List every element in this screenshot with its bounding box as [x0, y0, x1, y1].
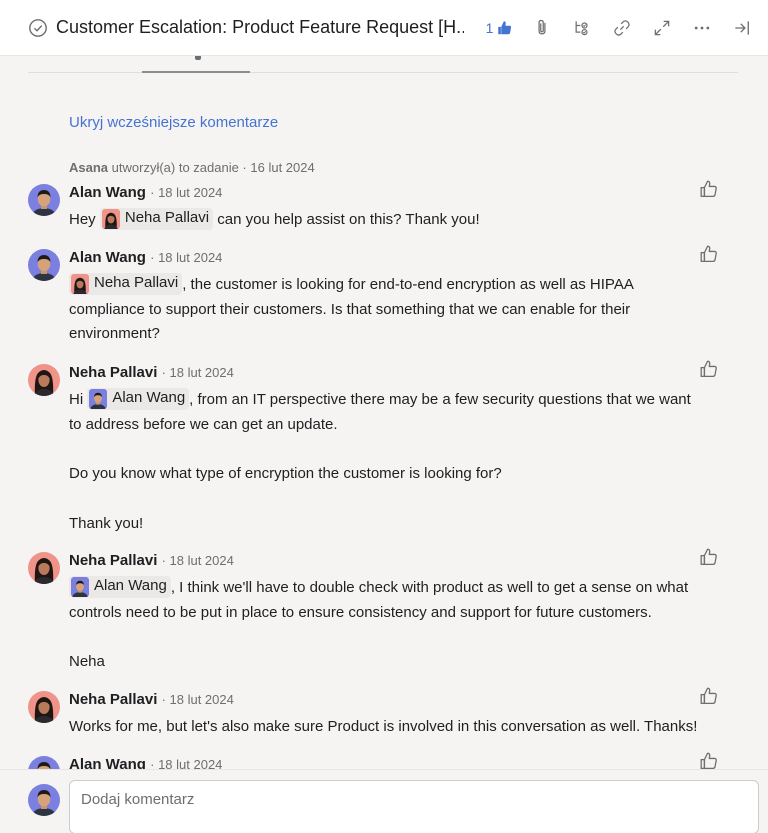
thumbs-up-icon[interactable]	[698, 750, 720, 769]
active-tab-underline	[142, 71, 250, 73]
mention-name: Alan Wang	[112, 389, 186, 407]
copy-link-button[interactable]	[602, 8, 642, 48]
comment-header: Neha Pallavi · 18 lut 2024	[69, 691, 234, 708]
paperclip-icon	[538, 19, 546, 35]
comment-text: controls need to be put in place to ensu…	[69, 603, 652, 621]
task-header: Customer Escalation: Product Feature Req…	[0, 0, 768, 56]
tab-indicator-peek	[195, 56, 201, 60]
expand-icon	[654, 20, 670, 36]
close-details-button[interactable]	[722, 8, 762, 48]
comment-header: Neha Pallavi · 18 lut 2024	[69, 364, 234, 381]
avatar[interactable]	[28, 756, 60, 769]
mention-name: Neha Pallavi	[124, 209, 210, 227]
avatar[interactable]	[28, 364, 60, 396]
comment-author[interactable]: Neha Pallavi	[69, 364, 157, 381]
check-circle-icon[interactable]	[28, 18, 48, 38]
mention-avatar	[102, 209, 120, 229]
comment-text: , the customer is looking for end-to-end…	[182, 276, 634, 293]
avatar[interactable]	[28, 184, 60, 216]
mention-avatar	[71, 577, 89, 597]
comment-date: · 18 lut 2024	[150, 185, 223, 200]
comment-author[interactable]: Alan Wang	[69, 756, 146, 769]
comment-body: Works for me, but let's also make sure P…	[69, 715, 723, 740]
comment-body: Hey Neha Pallavi can you help assist on …	[69, 207, 723, 233]
comment-text: , I think we'll have to double check wit…	[170, 579, 689, 596]
mention-chip[interactable]: Neha Pallavi	[69, 272, 183, 295]
hide-earlier-comments-link[interactable]: Ukryj wcześniejsze komentarze	[69, 114, 278, 131]
comment-header: Alan Wang · 18 lut 2024	[69, 184, 222, 201]
comment-text: compliance to support their customers. I…	[69, 300, 631, 318]
comment-author[interactable]: Alan Wang	[69, 184, 146, 201]
thumbs-up-icon[interactable]	[698, 685, 720, 707]
comment-body: Hi Alan Wang , from an IT perspective th…	[69, 387, 723, 536]
mention-avatar	[89, 389, 107, 409]
tabs-divider	[28, 72, 738, 73]
avatar[interactable]	[28, 249, 60, 281]
avatar[interactable]	[28, 691, 60, 723]
thumbs-up-icon[interactable]	[698, 178, 720, 200]
more-actions-button[interactable]	[682, 8, 722, 48]
subtask-button[interactable]	[562, 8, 602, 48]
task-created-story: Asana utworzył(a) to zadanie · 16 lut 20…	[69, 160, 315, 175]
comment-text: can you help assist on this? Thank you!	[217, 211, 480, 228]
story-actor: Asana	[69, 160, 109, 175]
comment-text: Hi	[69, 391, 84, 408]
comment-text: Neha	[69, 653, 105, 670]
comment-text: , from an IT perspective there may be a …	[189, 391, 691, 408]
like-count: 1	[485, 20, 494, 36]
activity-feed[interactable]: Ukryj wcześniejsze komentarze Asana utwo…	[0, 74, 768, 769]
avatar[interactable]	[28, 552, 60, 584]
comment-date: · 18 lut 2024	[161, 692, 234, 707]
story-text: utworzył(a) to zadanie · 16 lut 2024	[111, 160, 315, 175]
comment-date: · 18 lut 2024	[150, 250, 223, 265]
comment-header: Alan Wang · 18 lut 2024	[69, 756, 222, 769]
attach-button[interactable]	[522, 8, 562, 48]
expand-button[interactable]	[642, 8, 682, 48]
mention-name: Alan Wang	[94, 577, 167, 595]
link-icon	[614, 20, 630, 36]
thumbs-up-icon[interactable]	[698, 243, 720, 265]
mention-name: Neha Pallavi	[94, 274, 179, 292]
close-panel-icon	[735, 21, 749, 35]
mention-chip[interactable]: Alan Wang	[69, 575, 171, 598]
mention-chip[interactable]: Neha Pallavi	[99, 207, 214, 230]
comment-author[interactable]: Neha Pallavi	[69, 691, 157, 708]
comment-date: · 18 lut 2024	[161, 365, 234, 380]
comment-header: Alan Wang · 18 lut 2024	[69, 249, 222, 266]
comment-author[interactable]: Alan Wang	[69, 249, 146, 266]
mention-avatar	[71, 274, 89, 294]
thumbs-up-icon[interactable]	[698, 546, 720, 568]
subtask-icon	[575, 21, 588, 36]
thumbs-up-icon	[498, 21, 512, 35]
mention-chip[interactable]: Alan Wang	[87, 387, 190, 410]
avatar	[28, 784, 60, 816]
add-comment-input[interactable]: Dodaj komentarz	[69, 780, 759, 833]
task-like-button[interactable]: 1	[478, 8, 522, 48]
comment-date: · 18 lut 2024	[161, 553, 234, 568]
comment-text: Works for me, but let's also make sure P…	[69, 718, 698, 735]
comment-text: Thank you!	[69, 514, 144, 532]
comment-text: Hey	[69, 211, 96, 228]
comment-composer: Dodaj komentarz	[0, 769, 768, 833]
comment-text: to address before we can get an update.	[69, 415, 338, 433]
thumbs-up-icon[interactable]	[698, 358, 720, 380]
comment-date: · 18 lut 2024	[150, 757, 223, 769]
more-icon	[694, 26, 710, 30]
comment-text: environment?	[69, 325, 160, 342]
comment-author[interactable]: Neha Pallavi	[69, 552, 157, 569]
comment-header: Neha Pallavi · 18 lut 2024	[69, 552, 234, 569]
task-title[interactable]: Customer Escalation: Product Feature Req…	[56, 17, 464, 38]
comment-body: Neha Pallavi , the customer is looking f…	[69, 272, 723, 347]
header-actions: 1	[478, 0, 762, 56]
comment-text: Do you know what type of encryption the …	[69, 465, 502, 482]
comment-body: Alan Wang , I think we'll have to double…	[69, 575, 723, 675]
